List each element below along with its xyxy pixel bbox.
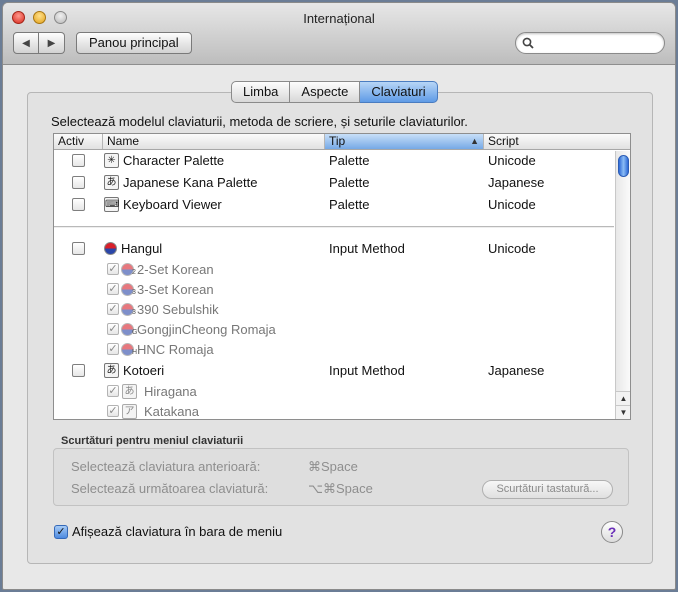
row-name: Hiragana xyxy=(144,384,197,399)
column-header-type[interactable]: Tip ▲ xyxy=(325,134,484,149)
table-row[interactable]: Hangul Input Method Unicode xyxy=(54,239,614,259)
table-row[interactable]: ✓ あ Hiragana xyxy=(54,382,614,402)
title-bar: Internațional ◀ ▶ Panou principal xyxy=(3,3,675,65)
column-header-type-label: Tip xyxy=(329,134,346,148)
variant-number: 2 xyxy=(132,269,136,276)
back-forward-control: ◀ ▶ xyxy=(13,32,65,54)
row-script: Japanese xyxy=(488,363,545,378)
korean-flag-icon xyxy=(104,242,117,255)
active-checkbox[interactable] xyxy=(72,176,85,189)
row-name: 390 Sebulshik xyxy=(137,302,219,317)
row-script: Unicode xyxy=(488,197,536,212)
forward-arrow-icon: ▶ xyxy=(47,37,56,49)
row-name: Kotoeri xyxy=(123,363,165,378)
table-row[interactable]: ⌨ Keyboard Viewer Palette Unicode xyxy=(54,195,614,215)
row-name: Hangul xyxy=(121,241,163,256)
input-sources-table: Activ Name Tip ▲ Script ✳ Character Pale… xyxy=(53,133,631,420)
search-field[interactable] xyxy=(515,32,665,54)
active-checkbox[interactable]: ✓ xyxy=(107,405,119,417)
table-row[interactable]: ✓ 2 2-Set Korean xyxy=(54,260,614,280)
row-script: Unicode xyxy=(488,241,536,256)
row-script: Japanese xyxy=(488,175,545,190)
row-name: Japanese Kana Palette xyxy=(123,175,258,190)
row-name: 2-Set Korean xyxy=(137,262,214,277)
row-script: Unicode xyxy=(488,153,536,168)
preferences-window: Internațional ◀ ▶ Panou principal Limba … xyxy=(2,2,676,590)
column-header-script[interactable]: Script xyxy=(484,134,630,149)
table-row[interactable]: あ Japanese Kana Palette Palette Japanese xyxy=(54,173,614,193)
section-divider xyxy=(54,226,614,228)
active-checkbox[interactable] xyxy=(72,364,85,377)
active-checkbox[interactable]: ✓ xyxy=(107,343,119,355)
row-type: Palette xyxy=(329,175,370,190)
table-header: Activ Name Tip ▲ Script xyxy=(54,134,630,150)
row-type: Input Method xyxy=(329,363,405,378)
active-checkbox[interactable]: ✓ xyxy=(107,283,119,295)
row-name: Keyboard Viewer xyxy=(123,197,222,212)
table-row[interactable]: ✓ H HNC Romaja xyxy=(54,340,614,360)
active-checkbox[interactable]: ✓ xyxy=(107,385,119,397)
table-row[interactable]: ✓ 3 390 Sebulshik xyxy=(54,300,614,320)
tab-limba[interactable]: Limba xyxy=(231,81,291,103)
shortcuts-group-title: Scurtături pentru meniul claviaturii xyxy=(61,435,244,447)
scroll-down-icon[interactable]: ▼ xyxy=(616,405,630,419)
tab-claviaturi[interactable]: Claviaturi xyxy=(360,81,438,103)
tab-bar: Limba Aspecte Claviaturi xyxy=(231,81,438,103)
table-row[interactable]: あ Kotoeri Input Method Japanese xyxy=(54,361,614,381)
table-row[interactable]: ✓ G GongjinCheong Romaja xyxy=(54,320,614,340)
vertical-scrollbar[interactable]: ▲ ▼ xyxy=(615,151,630,419)
row-name: GongjinCheong Romaja xyxy=(137,322,276,337)
kotoeri-icon: あ xyxy=(104,363,119,378)
help-button[interactable]: ? xyxy=(601,521,623,543)
tab-aspecte[interactable]: Aspecte xyxy=(290,81,361,103)
next-keyboard-label: Selectează următoarea claviatură: xyxy=(71,481,269,496)
row-type: Palette xyxy=(329,197,370,212)
scrollbar-thumb[interactable] xyxy=(618,155,629,177)
show-all-button[interactable]: Panou principal xyxy=(76,32,192,54)
row-name: Katakana xyxy=(144,404,199,419)
instruction-text: Selectează modelul claviaturii, metoda d… xyxy=(51,114,468,129)
hiragana-icon: あ xyxy=(122,384,137,399)
back-arrow-icon: ◀ xyxy=(22,37,30,49)
active-checkbox[interactable] xyxy=(72,154,85,167)
active-checkbox[interactable]: ✓ xyxy=(107,323,119,335)
active-checkbox[interactable]: ✓ xyxy=(107,303,119,315)
character-palette-icon: ✳ xyxy=(104,153,119,168)
active-checkbox[interactable] xyxy=(72,198,85,211)
row-name: 3-Set Korean xyxy=(137,282,214,297)
row-type: Palette xyxy=(329,153,370,168)
column-header-active[interactable]: Activ xyxy=(54,134,103,149)
kana-palette-icon: あ xyxy=(104,175,119,190)
show-in-menubar-label: Afișează claviatura în bara de meniu xyxy=(72,524,283,539)
row-type: Input Method xyxy=(329,241,405,256)
row-name: HNC Romaja xyxy=(137,342,214,357)
keyboard-shortcuts-button[interactable]: Scurtături tastatură... xyxy=(482,480,613,499)
row-name: Character Palette xyxy=(123,153,225,168)
table-row[interactable]: ✳ Character Palette Palette Unicode xyxy=(54,151,614,171)
search-icon xyxy=(522,37,534,49)
column-header-name[interactable]: Name xyxy=(103,134,325,149)
keyboard-viewer-icon: ⌨ xyxy=(104,197,120,212)
window-title: Internațional xyxy=(303,11,375,26)
sort-ascending-icon: ▲ xyxy=(470,136,479,146)
help-icon: ? xyxy=(607,524,617,540)
table-row[interactable]: ✓ 3 3-Set Korean xyxy=(54,280,614,300)
variant-number: 3 xyxy=(132,289,136,296)
prev-keyboard-shortcut: ⌘Space xyxy=(308,459,358,474)
active-checkbox[interactable]: ✓ xyxy=(107,263,119,275)
scroll-up-icon[interactable]: ▲ xyxy=(616,391,630,405)
katakana-icon: ア xyxy=(122,404,137,419)
show-in-menubar-checkbox[interactable]: ✓ xyxy=(54,525,68,539)
next-keyboard-shortcut: ⌥⌘Space xyxy=(308,481,373,496)
forward-button[interactable]: ▶ xyxy=(39,32,65,54)
prev-keyboard-label: Selectează claviatura anterioară: xyxy=(71,459,261,474)
back-button[interactable]: ◀ xyxy=(13,32,39,54)
active-checkbox[interactable] xyxy=(72,242,85,255)
table-row[interactable]: ✓ ア Katakana xyxy=(54,402,614,419)
variant-number: 3 xyxy=(132,309,136,316)
